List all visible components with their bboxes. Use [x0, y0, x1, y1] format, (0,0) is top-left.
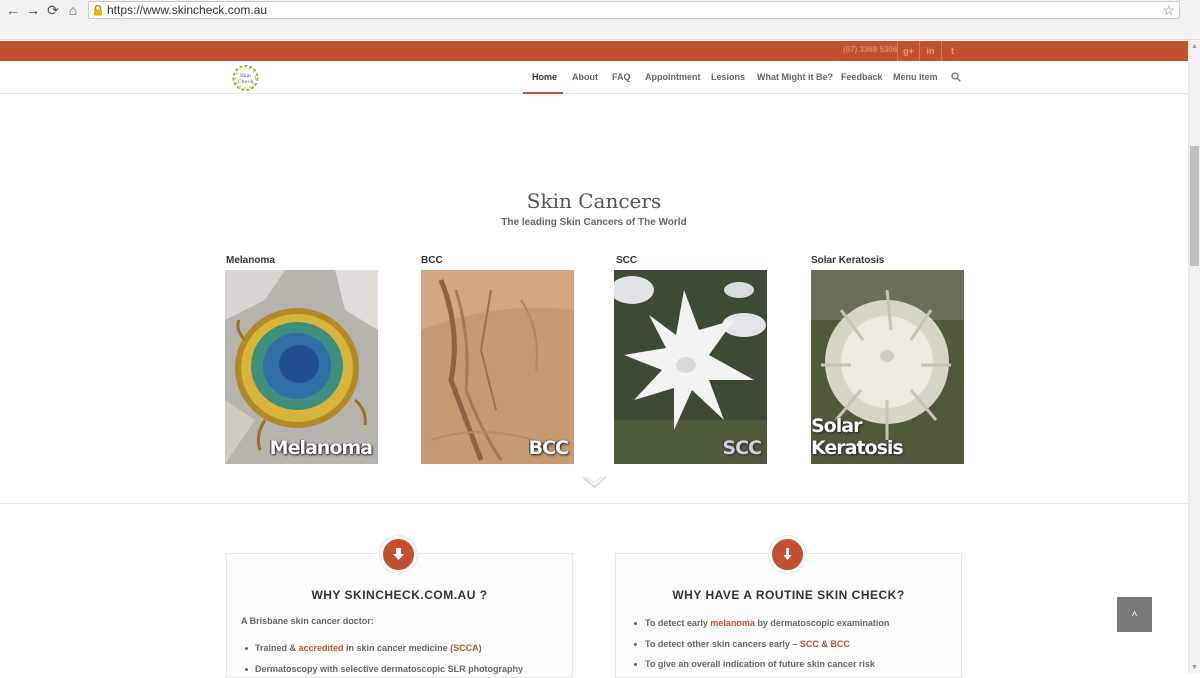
nav-feedback[interactable]: Feedback: [841, 61, 883, 94]
chevron-down-icon[interactable]: [582, 475, 607, 489]
nav-what-might-it-be[interactable]: What Might it Be?: [757, 61, 833, 94]
phone-number[interactable]: (07) 3369 5306: [843, 45, 897, 54]
bullet: [245, 647, 248, 650]
linkedin-icon[interactable]: in: [919, 41, 941, 61]
routine-item-3: To give an overall indication of future …: [645, 659, 875, 669]
item-text: To detect early: [645, 618, 711, 628]
search-icon[interactable]: [951, 72, 961, 82]
scc-image[interactable]: SCC: [614, 270, 767, 464]
twitter-icon[interactable]: t: [941, 41, 963, 61]
bullet: [634, 622, 637, 625]
google-plus-icon[interactable]: g+: [897, 41, 919, 61]
nav-faq[interactable]: FAQ: [612, 61, 631, 94]
nav-home[interactable]: Home: [532, 61, 557, 94]
item-text: Trained &: [255, 643, 299, 653]
scroll-down-icon[interactable]: ▼: [1191, 664, 1198, 671]
chevron-up-icon: ˄: [1131, 609, 1138, 620]
melanoma-image[interactable]: Melanoma: [225, 270, 378, 464]
browser-toolbar: ← → ⟳ ⌂ https://www.skincheck.com.au ☆: [0, 0, 1200, 40]
address-bar[interactable]: https://www.skincheck.com.au ☆: [88, 1, 1180, 19]
solar-keratosis-caption: Solar Keratosis: [811, 415, 904, 459]
forward-icon[interactable]: →: [24, 1, 42, 19]
exclamation-icon: [783, 548, 792, 560]
active-nav-indicator: [523, 92, 563, 94]
routine-skin-check-title: WHY HAVE A ROUTINE SKIN CHECK?: [672, 588, 905, 602]
skincheck-logo[interactable]: Skin Check: [231, 64, 260, 92]
why-skincheck-badge: [380, 536, 417, 573]
melanoma-caption: Melanoma: [269, 437, 373, 459]
home-icon[interactable]: ⌂: [64, 1, 82, 19]
item-text: &: [818, 639, 831, 649]
bcc-caption: BCC: [528, 437, 569, 459]
section-subtitle: The leading Skin Cancers of The World: [501, 217, 687, 228]
item-text: in skin cancer medicine (: [343, 643, 454, 653]
bullet: [634, 643, 637, 646]
card-label-solar-keratosis: Solar Keratosis: [811, 255, 885, 266]
scca-link[interactable]: SCCA: [453, 643, 479, 653]
scc-caption: SCC: [722, 437, 762, 459]
bullet: [634, 663, 637, 666]
card-label-melanoma: Melanoma: [226, 255, 275, 266]
melanoma-link[interactable]: melanoma: [710, 618, 755, 628]
item-text: ): [478, 643, 482, 653]
nav-appointment[interactable]: Appointment: [645, 61, 701, 94]
bullet: [245, 668, 248, 671]
lock-icon: [94, 5, 102, 16]
back-icon[interactable]: ←: [4, 1, 22, 19]
nav-lesions[interactable]: Lesions: [711, 61, 745, 94]
solar-keratosis-image[interactable]: Solar Keratosis: [811, 270, 964, 464]
item-text: To detect other skin cancers early –: [645, 639, 800, 649]
page-scrollbar[interactable]: ▲ ▼: [1188, 41, 1200, 673]
url-text: https://www.skincheck.com.au: [107, 3, 268, 17]
scc-link[interactable]: SCC: [800, 639, 819, 649]
site-header: Skin Check Home About FAQ Appointment Le…: [0, 61, 1188, 94]
routine-item-2: To detect other skin cancers early – SCC…: [645, 639, 850, 649]
nav-about[interactable]: About: [572, 61, 598, 94]
section-title: Skin Cancers: [526, 189, 662, 213]
bcc-link[interactable]: BCC: [830, 639, 850, 649]
scroll-up-icon[interactable]: ▲: [1191, 43, 1198, 50]
why-skincheck-title: WHY SKINCHECK.COM.AU ?: [311, 588, 488, 602]
routine-skin-check-badge: [769, 536, 806, 573]
card-label-scc: SCC: [616, 255, 638, 266]
nav-menu-item[interactable]: Menu Item: [893, 61, 938, 94]
item-text: by dermatoscopic examination: [754, 618, 890, 628]
bcc-image[interactable]: BCC: [421, 270, 574, 464]
top-contact-bar: (07) 3369 5306 g+ in t: [0, 41, 1188, 61]
scroll-to-top-button[interactable]: ˄: [1117, 597, 1152, 632]
bookmark-star-icon[interactable]: ☆: [1162, 2, 1175, 19]
reload-icon[interactable]: ⟳: [44, 1, 62, 19]
accredited-link[interactable]: accredited: [299, 643, 344, 653]
why-skincheck-intro: A Brisbane skin cancer doctor:: [241, 616, 374, 626]
section-divider: [0, 503, 1188, 504]
download-arrow-icon: [393, 548, 404, 560]
scrollbar-thumb[interactable]: [1190, 146, 1199, 266]
why-skincheck-item-1: Trained & accredited in skin cancer medi…: [255, 643, 482, 653]
svg-text:Check: Check: [238, 79, 255, 85]
card-label-bcc: BCC: [421, 255, 443, 266]
routine-item-1: To detect early melanoma by dermatoscopi…: [645, 618, 889, 628]
